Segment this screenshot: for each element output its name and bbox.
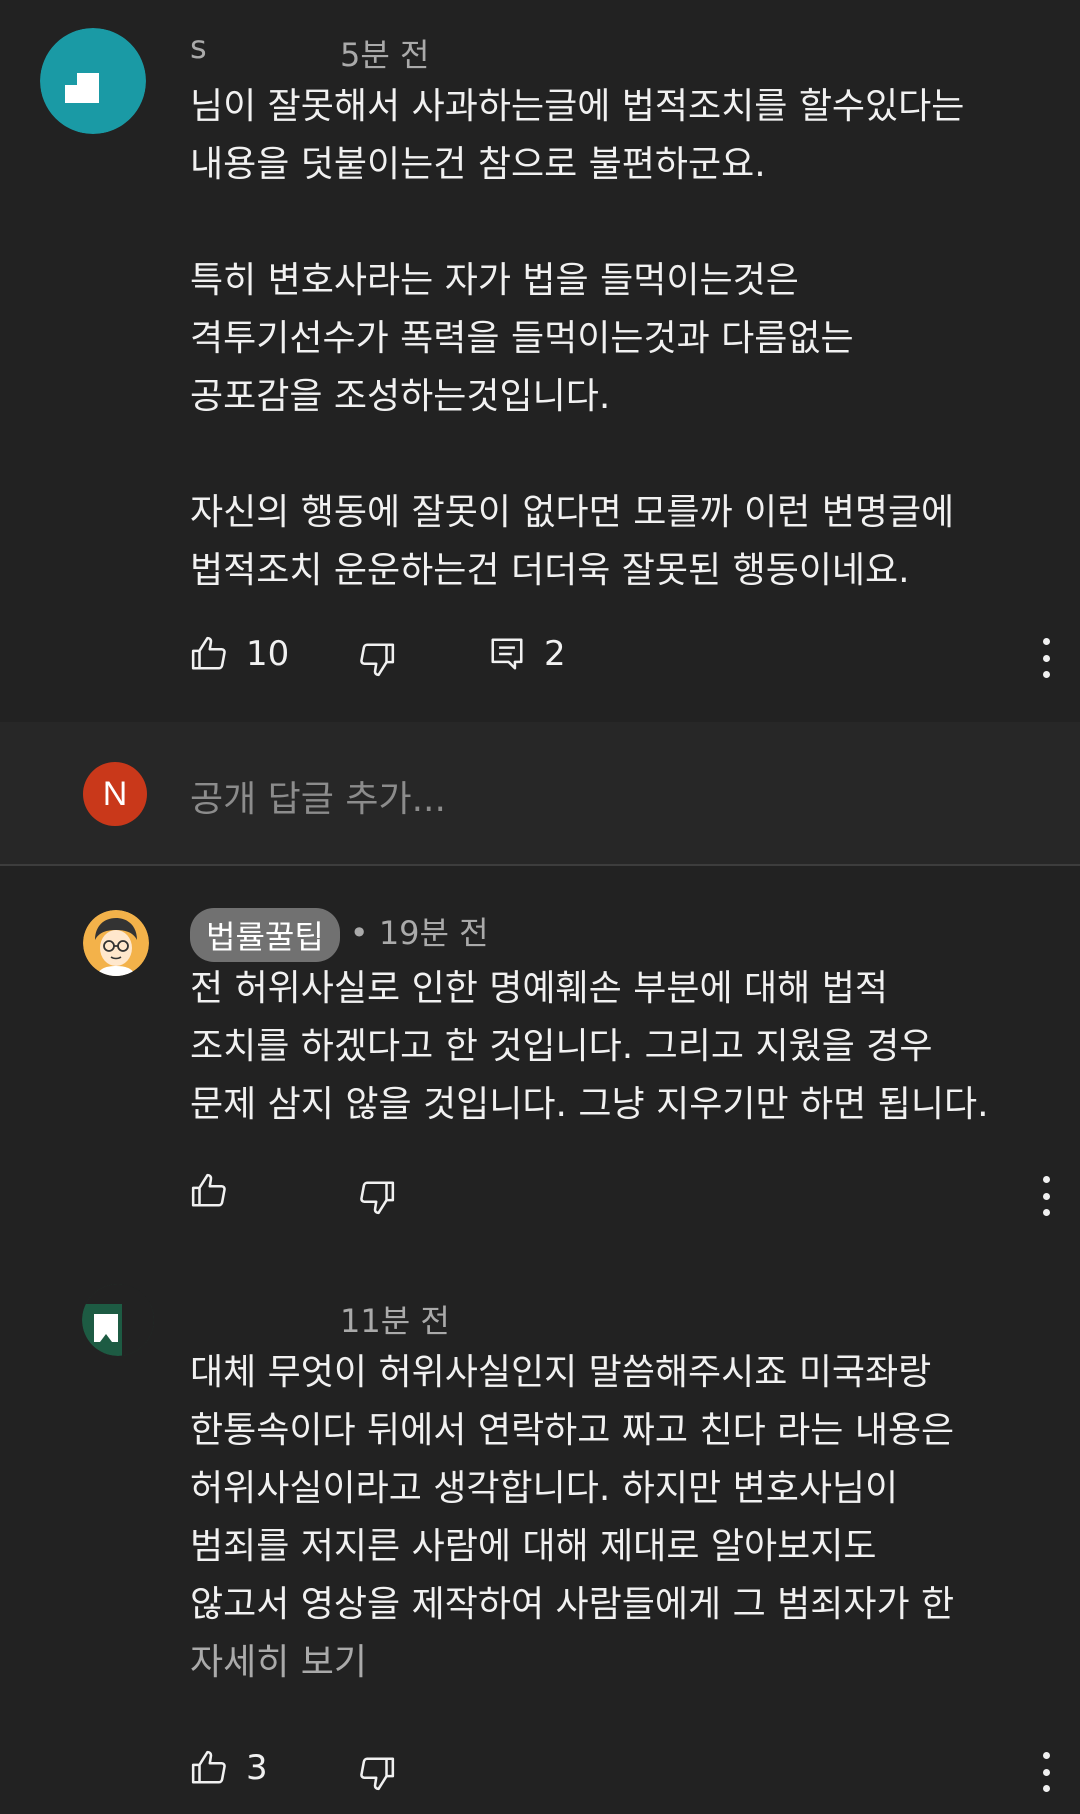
comment-actions: 3 [0, 1740, 1080, 1800]
commenter-avatar[interactable] [83, 910, 149, 976]
more-vert-icon [1042, 1768, 1050, 1776]
more-vert-icon [1042, 1209, 1050, 1216]
comment-line: 허위사실이라고 생각합니다. 하지만 변호사님이 [190, 1468, 899, 1509]
avatar-image [82, 1284, 154, 1356]
reply-input[interactable]: 공개 답글 추가... [190, 770, 446, 822]
like-count: 3 [246, 1748, 268, 1788]
like-button[interactable]: 3 [190, 1748, 268, 1788]
avatar-image [83, 910, 149, 976]
comment-line: 조치를 하겠다고 한 것입니다. 그리고 지웠을 경우 [190, 1026, 933, 1067]
like-button[interactable] [190, 1172, 228, 1210]
comment-meta: s 5분 전 [190, 28, 429, 76]
like-icon [191, 636, 226, 670]
comment-line: 공포감을 조성하는것입니다. [190, 376, 611, 417]
avatar-image [40, 28, 146, 134]
reply-icon [491, 638, 523, 670]
comment-text: 대체 무엇이 허위사실인지 말씀해주시죠 미국좌랑 한통속이다 뒤에서 연락하고… [190, 1344, 1050, 1692]
more-vert-icon [1042, 1192, 1050, 1200]
like-button[interactable]: 10 [190, 634, 289, 674]
comment-text: 전 허위사실로 인한 명예훼손 부분에 대해 법적 조치를 하겠다고 한 것입니… [190, 960, 1050, 1134]
comment-line: 대체 무엇이 허위사실인지 말씀해주시죠 미국좌랑 [190, 1352, 932, 1393]
comment-line: 자신의 행동에 잘못이 없다면 모를까 이런 변명글에 [190, 492, 955, 533]
commenter-avatar[interactable] [82, 1284, 154, 1356]
comment-line: 격투기선수가 폭력을 들먹이는것과 다름없는 [190, 318, 854, 359]
more-vert-icon [1042, 671, 1050, 678]
dislike-button[interactable] [358, 640, 396, 678]
more-options-button[interactable] [1036, 1752, 1056, 1792]
comment-line: 님이 잘못해서 사과하는글에 법적조치를 할수있다는 [190, 86, 965, 127]
commenter-avatar[interactable] [40, 28, 146, 134]
comment-time: 5분 전 [340, 36, 430, 74]
dislike-button[interactable] [358, 1754, 396, 1792]
more-vert-icon [1042, 1752, 1050, 1759]
like-icon [191, 1173, 226, 1207]
comment-line: 범죄를 저지른 사람에 대해 제대로 알아보지도 [190, 1526, 877, 1567]
more-vert-icon [1042, 638, 1050, 645]
more-vert-icon [1042, 1176, 1050, 1183]
more-options-button[interactable] [1036, 638, 1056, 678]
comment-line: 내용을 덧붙이는건 참으로 불편하군요. [190, 144, 766, 185]
comment-line: 특히 변호사라는 자가 법을 들먹이는것은 [190, 260, 799, 301]
comment-text: 님이 잘못해서 사과하는글에 법적조치를 할수있다는 내용을 덧붙이는건 참으로… [190, 78, 1050, 600]
reply-bar [0, 722, 1080, 866]
comment-meta: 법률꿀팁 • 19분 전 [190, 908, 489, 962]
see-more-link[interactable]: 자세히 보기 [190, 1634, 1050, 1692]
more-vert-icon [1042, 654, 1050, 662]
more-vert-icon [1042, 1785, 1050, 1792]
comment-line: 않고서 영상을 제작하여 사람들에게 그 범죄자가 한 [190, 1584, 955, 1625]
author-name[interactable]: s [190, 28, 340, 66]
comment-line: 문제 삼지 않을 것입니다. 그냥 지우기만 하면 됩니다. [190, 1084, 989, 1125]
comment-line: 법적조치 운운하는건 더더욱 잘못된 행동이네요. [190, 550, 910, 591]
like-count: 10 [246, 634, 290, 674]
user-avatar: N [83, 762, 147, 826]
like-icon [191, 1750, 226, 1784]
dislike-icon [360, 1757, 395, 1791]
more-options-button[interactable] [1036, 1176, 1056, 1216]
reply-button[interactable]: 2 [488, 634, 566, 674]
comment-line: 전 허위사실로 인한 명예훼손 부분에 대해 법적 [190, 968, 888, 1009]
dislike-icon [360, 643, 395, 677]
reply-count: 2 [544, 634, 566, 674]
dislike-icon [360, 1181, 395, 1215]
dislike-button[interactable] [358, 1178, 396, 1216]
comment-meta: 11분 전 [340, 1296, 450, 1342]
comment-actions [0, 1164, 1080, 1224]
comment-actions: 10 2 [0, 626, 1080, 686]
comment-time: 11분 전 [340, 1302, 450, 1340]
author-badge[interactable]: 법률꿀팁 [190, 908, 340, 962]
comment-line: 한통속이다 뒤에서 연락하고 짜고 친다 라는 내용은 [190, 1410, 955, 1451]
comment-time: • 19분 전 [349, 914, 489, 952]
